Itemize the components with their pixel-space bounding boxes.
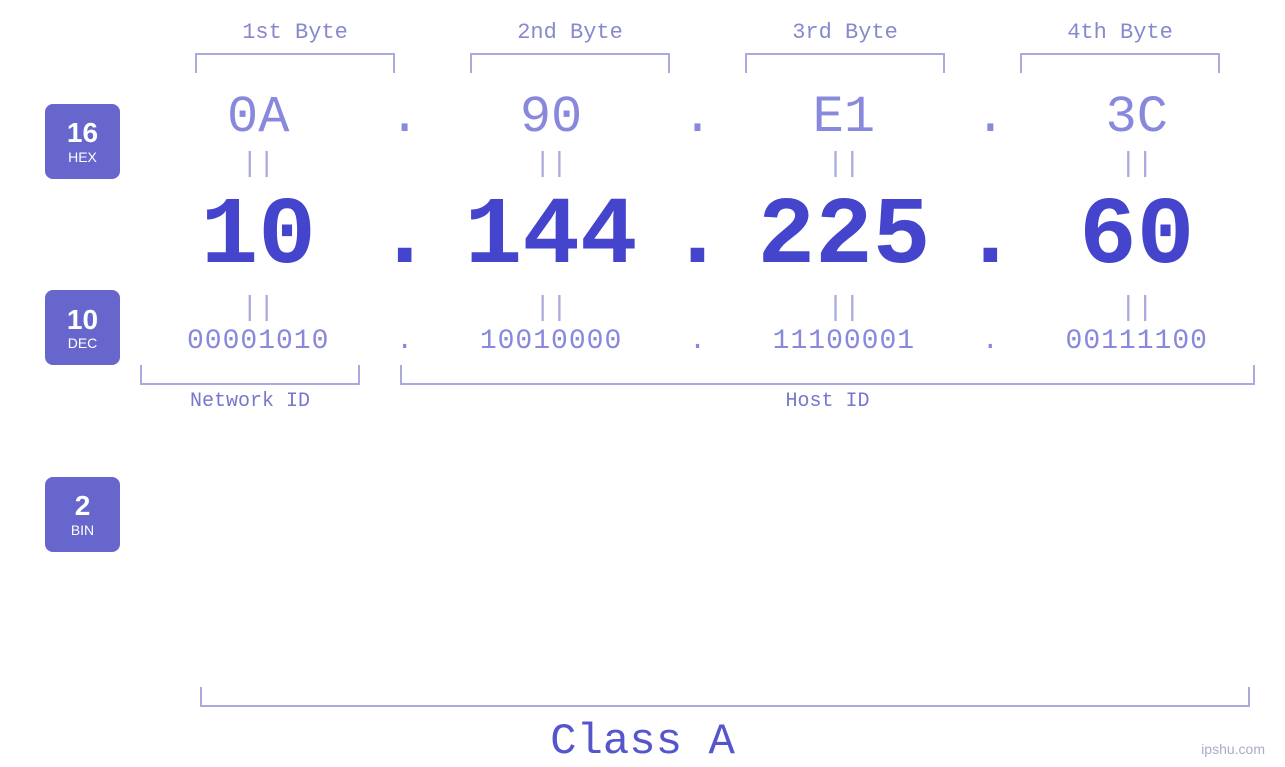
hex-badge-number: 16 [67,118,98,149]
bracket-top-3 [745,53,945,73]
eq2-b2: || [441,293,661,324]
eq1-b3: || [734,149,954,180]
eq2-b1: || [148,293,368,324]
dec-row: 10 . 144 . 225 . 60 [140,182,1255,291]
dec-byte1: 10 [148,189,368,285]
bracket-top-4 [1020,53,1220,73]
bin-badge: 2 BIN [45,477,120,552]
full-bottom-bracket [200,687,1250,707]
network-id-label: Network ID [140,390,360,413]
byte1-header: 1st Byte [195,20,395,45]
eq2-b3: || [734,293,954,324]
dec-dot3: . [970,182,1010,291]
dec-badge-number: 10 [67,305,98,336]
dec-badge-label: DEC [68,335,98,351]
hex-byte2: 90 [441,88,661,147]
hex-badge-label: HEX [68,149,97,165]
bin-dot3: . [970,326,1010,357]
dec-dot1: . [385,182,425,291]
byte4-header: 4th Byte [1020,20,1220,45]
bin-badge-number: 2 [75,491,91,522]
id-labels: Network ID Host ID [140,390,1255,413]
main-container: 1st Byte 2nd Byte 3rd Byte 4th Byte 16 H… [0,0,1285,767]
bin-row: 00001010 . 10010000 . 11100001 . [140,326,1255,357]
hex-dot2: . [677,88,717,147]
watermark: ipshu.com [1201,741,1265,757]
byte3-header: 3rd Byte [745,20,945,45]
host-id-label: Host ID [400,390,1255,413]
bottom-brackets [140,365,1255,385]
hex-byte3: E1 [734,88,954,147]
badges-column: 16 HEX 10 DEC 2 BIN [0,78,120,578]
dec-byte4: 60 [1027,189,1247,285]
bracket-host [400,365,1255,385]
bin-byte3: 11100001 [734,326,954,357]
hex-row: 0A . 90 . E1 . 3C [140,88,1255,147]
class-label: Class A [0,717,1285,767]
bin-byte1: 00001010 [148,326,368,357]
dec-byte3: 225 [734,189,954,285]
ip-display: 0A . 90 . E1 . 3C [120,78,1285,677]
bin-byte4: 00111100 [1027,326,1247,357]
eq1-b4: || [1027,149,1247,180]
bracket-top-1 [195,53,395,73]
hex-dot3: . [970,88,1010,147]
hex-byte4: 3C [1027,88,1247,147]
eq1-b2: || [441,149,661,180]
bin-dot2: . [677,326,717,357]
dec-dot2: . [677,182,717,291]
bracket-network [140,365,360,385]
hex-byte1: 0A [148,88,368,147]
eq1-b1: || [148,149,368,180]
equals-row-2: || || || || [140,293,1255,324]
byte2-header: 2nd Byte [470,20,670,45]
bracket-top-2 [470,53,670,73]
dec-byte2: 144 [441,189,661,285]
eq2-b4: || [1027,293,1247,324]
hex-badge: 16 HEX [45,104,120,179]
dec-badge: 10 DEC [45,290,120,365]
hex-dot1: . [385,88,425,147]
top-brackets [158,53,1258,73]
bin-badge-label: BIN [71,522,94,538]
bin-dot1: . [385,326,425,357]
bin-byte2: 10010000 [441,326,661,357]
equals-row-1: || || || || [140,149,1255,180]
byte-headers: 1st Byte 2nd Byte 3rd Byte 4th Byte [158,0,1258,45]
